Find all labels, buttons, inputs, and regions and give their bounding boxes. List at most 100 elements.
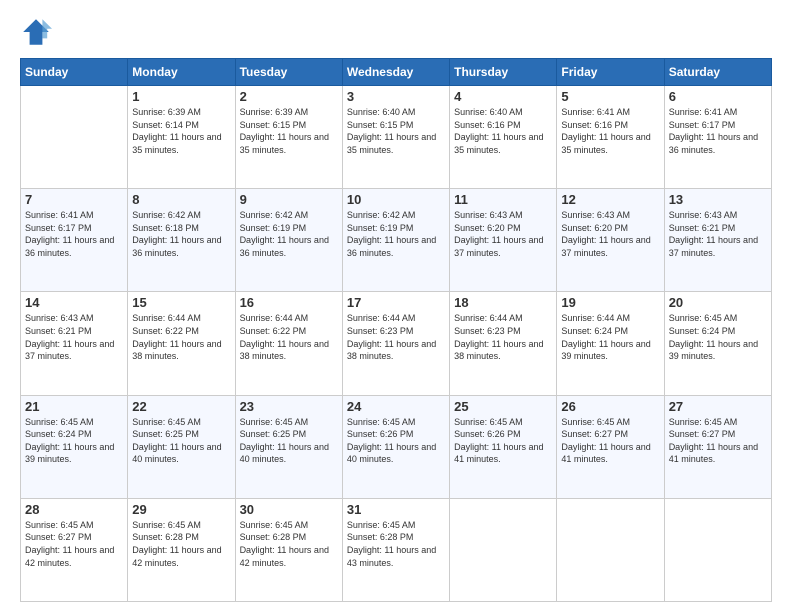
day-number: 9 — [240, 192, 338, 207]
calendar-cell: 6 Sunrise: 6:41 AM Sunset: 6:17 PM Daylig… — [664, 86, 771, 189]
day-number: 26 — [561, 399, 659, 414]
weekday-thursday: Thursday — [450, 59, 557, 86]
day-info: Sunrise: 6:45 AM Sunset: 6:26 PM Dayligh… — [454, 416, 552, 466]
calendar-cell: 11 Sunrise: 6:43 AM Sunset: 6:20 PM Dayli… — [450, 189, 557, 292]
calendar-cell: 4Sunrise: 6:40 AM Sunset: 6:16 PM Daylig… — [450, 86, 557, 189]
day-info: Sunrise: 6:45 AM Sunset: 6:26 PM Dayligh… — [347, 416, 445, 466]
day-number: 19 — [561, 295, 659, 310]
calendar-cell: 17Sunrise: 6:44 AM Sunset: 6:23 PM Dayli… — [342, 292, 449, 395]
day-info: Sunrise: 6:41 AM Sunset: 6:16 PM Dayligh… — [561, 106, 659, 156]
calendar-cell: 19 Sunrise: 6:44 AM Sunset: 6:24 PM Dayli… — [557, 292, 664, 395]
calendar-cell: 28Sunrise: 6:45 AM Sunset: 6:27 PM Dayli… — [21, 498, 128, 601]
day-number: 11 — [454, 192, 552, 207]
weekday-header-row: SundayMondayTuesdayWednesdayThursdayFrid… — [21, 59, 772, 86]
day-number: 24 — [347, 399, 445, 414]
day-info: Sunrise: 6:44 AM Sunset: 6:23 PM Dayligh… — [454, 312, 552, 362]
day-info: Sunrise: 6:42 AM Sunset: 6:18 PM Dayligh… — [132, 209, 230, 259]
day-number: 7 — [25, 192, 123, 207]
day-number: 27 — [669, 399, 767, 414]
calendar-cell: 18Sunrise: 6:44 AM Sunset: 6:23 PM Dayli… — [450, 292, 557, 395]
day-info: Sunrise: 6:41 AM Sunset: 6:17 PM Dayligh… — [669, 106, 767, 156]
day-number: 10 — [347, 192, 445, 207]
day-number: 1 — [132, 89, 230, 104]
day-number: 30 — [240, 502, 338, 517]
day-info: Sunrise: 6:45 AM Sunset: 6:27 PM Dayligh… — [669, 416, 767, 466]
calendar-cell: 16 Sunrise: 6:44 AM Sunset: 6:22 PM Dayli… — [235, 292, 342, 395]
day-info: Sunrise: 6:43 AM Sunset: 6:20 PM Dayligh… — [561, 209, 659, 259]
calendar-cell: 31Sunrise: 6:45 AM Sunset: 6:28 PM Dayli… — [342, 498, 449, 601]
day-info: Sunrise: 6:45 AM Sunset: 6:25 PM Dayligh… — [240, 416, 338, 466]
logo — [20, 16, 56, 48]
calendar-cell: 20 Sunrise: 6:45 AM Sunset: 6:24 PM Dayli… — [664, 292, 771, 395]
day-info: Sunrise: 6:45 AM Sunset: 6:28 PM Dayligh… — [240, 519, 338, 569]
calendar-cell: 29 Sunrise: 6:45 AM Sunset: 6:28 PM Dayli… — [128, 498, 235, 601]
day-number: 13 — [669, 192, 767, 207]
day-info: Sunrise: 6:43 AM Sunset: 6:21 PM Dayligh… — [669, 209, 767, 259]
day-info: Sunrise: 6:40 AM Sunset: 6:16 PM Dayligh… — [454, 106, 552, 156]
day-info: Sunrise: 6:43 AM Sunset: 6:20 PM Dayligh… — [454, 209, 552, 259]
day-info: Sunrise: 6:45 AM Sunset: 6:24 PM Dayligh… — [669, 312, 767, 362]
logo-icon — [20, 16, 52, 48]
calendar-cell: 13 Sunrise: 6:43 AM Sunset: 6:21 PM Dayli… — [664, 189, 771, 292]
calendar-cell: 10 Sunrise: 6:42 AM Sunset: 6:19 PM Dayli… — [342, 189, 449, 292]
weekday-saturday: Saturday — [664, 59, 771, 86]
day-info: Sunrise: 6:45 AM Sunset: 6:27 PM Dayligh… — [561, 416, 659, 466]
day-number: 12 — [561, 192, 659, 207]
day-info: Sunrise: 6:42 AM Sunset: 6:19 PM Dayligh… — [240, 209, 338, 259]
calendar-cell: 23 Sunrise: 6:45 AM Sunset: 6:25 PM Dayli… — [235, 395, 342, 498]
day-number: 23 — [240, 399, 338, 414]
day-info: Sunrise: 6:42 AM Sunset: 6:19 PM Dayligh… — [347, 209, 445, 259]
calendar-cell: 30 Sunrise: 6:45 AM Sunset: 6:28 PM Dayli… — [235, 498, 342, 601]
day-info: Sunrise: 6:44 AM Sunset: 6:24 PM Dayligh… — [561, 312, 659, 362]
day-number: 14 — [25, 295, 123, 310]
weekday-monday: Monday — [128, 59, 235, 86]
header — [20, 16, 772, 48]
calendar-cell: 21Sunrise: 6:45 AM Sunset: 6:24 PM Dayli… — [21, 395, 128, 498]
calendar-cell — [557, 498, 664, 601]
calendar-cell: 9 Sunrise: 6:42 AM Sunset: 6:19 PM Daylig… — [235, 189, 342, 292]
day-number: 5 — [561, 89, 659, 104]
week-row-1: 1 Sunrise: 6:39 AM Sunset: 6:14 PM Daylig… — [21, 86, 772, 189]
calendar-cell: 7 Sunrise: 6:41 AM Sunset: 6:17 PM Daylig… — [21, 189, 128, 292]
weekday-sunday: Sunday — [21, 59, 128, 86]
day-number: 20 — [669, 295, 767, 310]
weekday-tuesday: Tuesday — [235, 59, 342, 86]
week-row-5: 28Sunrise: 6:45 AM Sunset: 6:27 PM Dayli… — [21, 498, 772, 601]
calendar-cell: 25 Sunrise: 6:45 AM Sunset: 6:26 PM Dayli… — [450, 395, 557, 498]
day-info: Sunrise: 6:44 AM Sunset: 6:22 PM Dayligh… — [240, 312, 338, 362]
day-info: Sunrise: 6:45 AM Sunset: 6:25 PM Dayligh… — [132, 416, 230, 466]
calendar-cell: 5 Sunrise: 6:41 AM Sunset: 6:16 PM Daylig… — [557, 86, 664, 189]
week-row-3: 14Sunrise: 6:43 AM Sunset: 6:21 PM Dayli… — [21, 292, 772, 395]
calendar-cell — [664, 498, 771, 601]
day-number: 2 — [240, 89, 338, 104]
day-info: Sunrise: 6:39 AM Sunset: 6:15 PM Dayligh… — [240, 106, 338, 156]
day-number: 21 — [25, 399, 123, 414]
calendar-cell: 26 Sunrise: 6:45 AM Sunset: 6:27 PM Dayli… — [557, 395, 664, 498]
day-number: 6 — [669, 89, 767, 104]
week-row-2: 7 Sunrise: 6:41 AM Sunset: 6:17 PM Daylig… — [21, 189, 772, 292]
day-number: 15 — [132, 295, 230, 310]
day-number: 31 — [347, 502, 445, 517]
calendar-cell — [450, 498, 557, 601]
day-info: Sunrise: 6:41 AM Sunset: 6:17 PM Dayligh… — [25, 209, 123, 259]
calendar-cell: 14Sunrise: 6:43 AM Sunset: 6:21 PM Dayli… — [21, 292, 128, 395]
calendar-cell — [21, 86, 128, 189]
calendar-cell: 3 Sunrise: 6:40 AM Sunset: 6:15 PM Daylig… — [342, 86, 449, 189]
calendar-cell: 24 Sunrise: 6:45 AM Sunset: 6:26 PM Dayli… — [342, 395, 449, 498]
day-number: 3 — [347, 89, 445, 104]
calendar-table: SundayMondayTuesdayWednesdayThursdayFrid… — [20, 58, 772, 602]
day-number: 25 — [454, 399, 552, 414]
day-number: 22 — [132, 399, 230, 414]
weekday-friday: Friday — [557, 59, 664, 86]
day-number: 16 — [240, 295, 338, 310]
week-row-4: 21Sunrise: 6:45 AM Sunset: 6:24 PM Dayli… — [21, 395, 772, 498]
day-info: Sunrise: 6:45 AM Sunset: 6:28 PM Dayligh… — [132, 519, 230, 569]
day-info: Sunrise: 6:45 AM Sunset: 6:27 PM Dayligh… — [25, 519, 123, 569]
weekday-wednesday: Wednesday — [342, 59, 449, 86]
day-number: 8 — [132, 192, 230, 207]
day-info: Sunrise: 6:39 AM Sunset: 6:14 PM Dayligh… — [132, 106, 230, 156]
day-number: 29 — [132, 502, 230, 517]
calendar-cell: 12 Sunrise: 6:43 AM Sunset: 6:20 PM Dayli… — [557, 189, 664, 292]
day-info: Sunrise: 6:44 AM Sunset: 6:22 PM Dayligh… — [132, 312, 230, 362]
day-info: Sunrise: 6:40 AM Sunset: 6:15 PM Dayligh… — [347, 106, 445, 156]
